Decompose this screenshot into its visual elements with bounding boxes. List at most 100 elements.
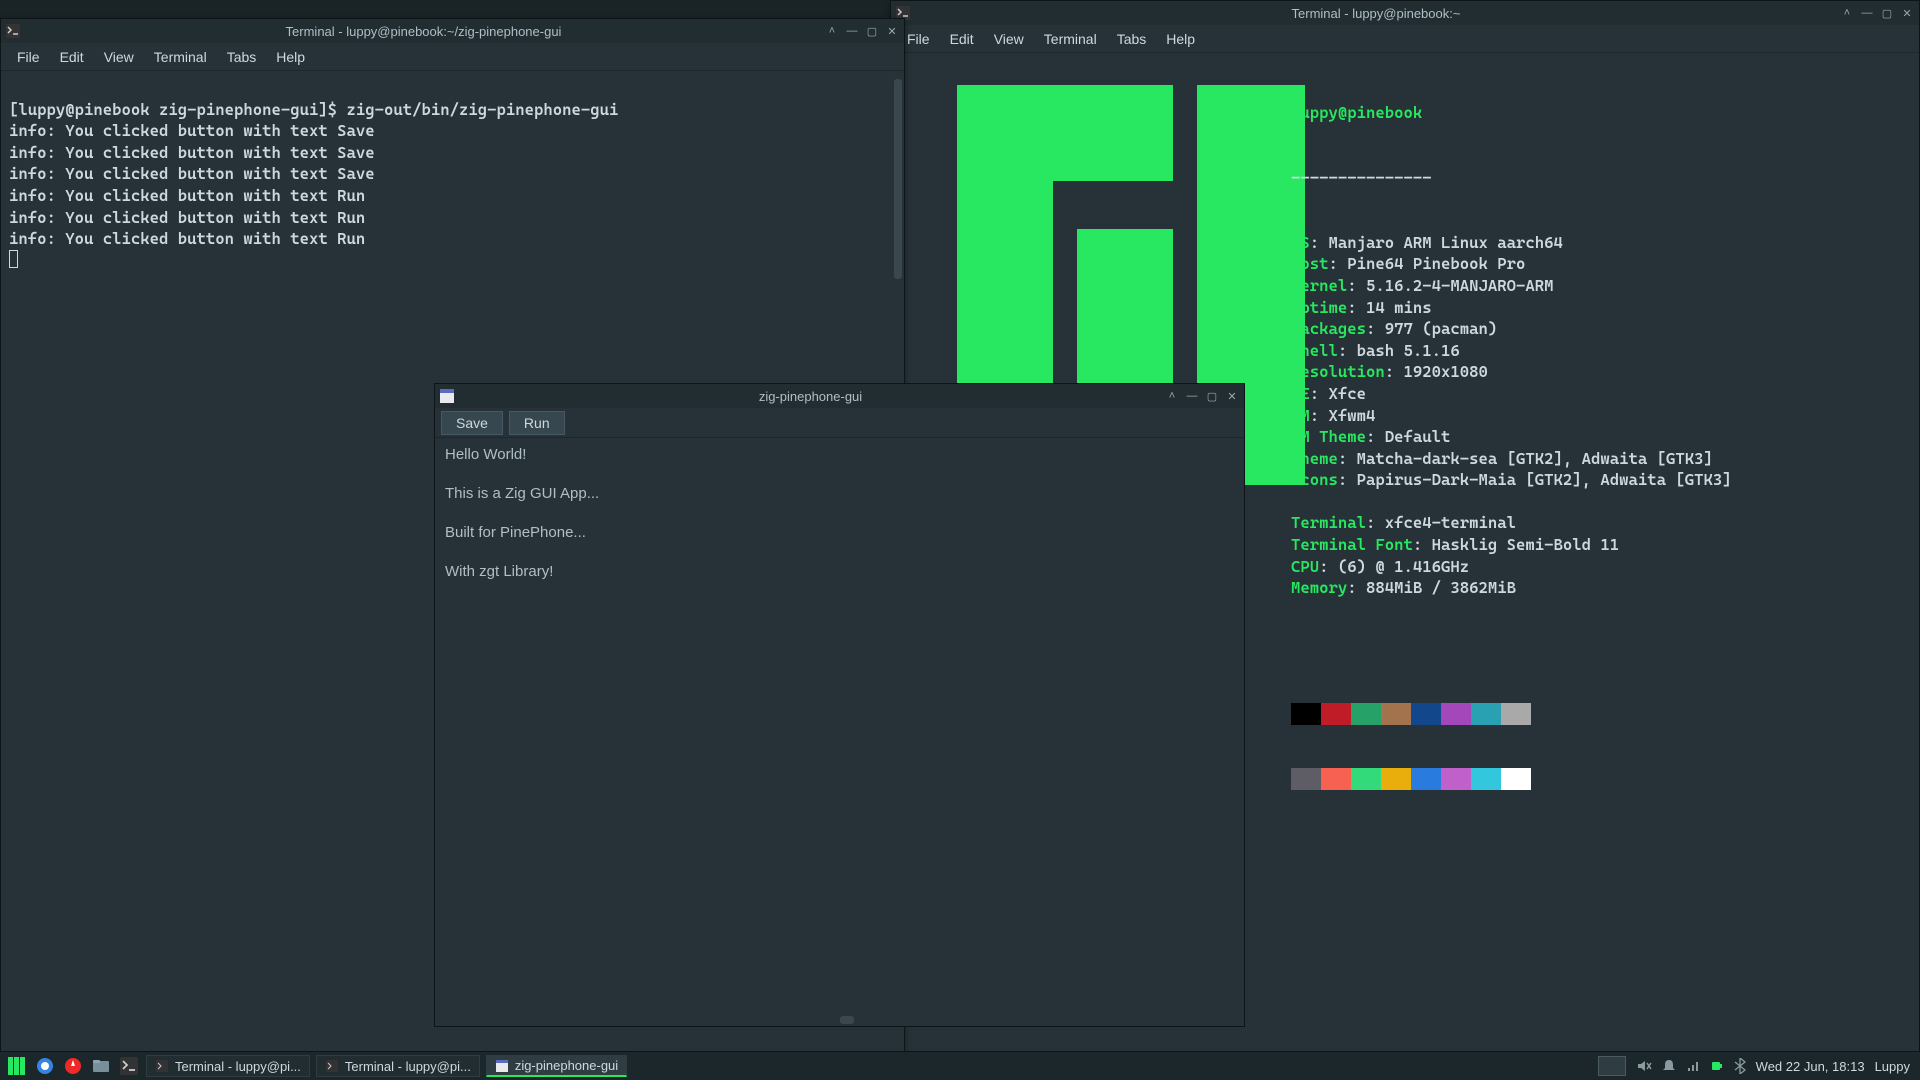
- app-menu-icon[interactable]: [6, 1055, 28, 1077]
- browser2-icon[interactable]: [62, 1055, 84, 1077]
- menu-help[interactable]: Help: [1156, 28, 1205, 50]
- prompt: [luppy@pinebook zig-pinephone-gui]$: [9, 100, 347, 119]
- neofetch-row: [1291, 491, 1732, 513]
- output-line: info: You clicked button with text Save: [9, 143, 375, 162]
- menu-terminal[interactable]: Terminal: [1034, 28, 1107, 50]
- neofetch-row: WM: Xfwm4: [1291, 405, 1732, 427]
- files-icon[interactable]: [90, 1055, 112, 1077]
- maximize-button[interactable]: ▢: [864, 23, 880, 39]
- menu-terminal[interactable]: Terminal: [144, 46, 217, 68]
- color-swatch: [1351, 768, 1381, 790]
- neofetch-row: WM Theme: Default: [1291, 426, 1732, 448]
- close-button[interactable]: ✕: [1899, 5, 1915, 21]
- color-swatch: [1471, 703, 1501, 725]
- terminal-icon: [325, 1059, 339, 1073]
- neofetch-row: CPU: (6) @ 1.416GHz: [1291, 556, 1732, 578]
- neofetch-row: DE: Xfce: [1291, 383, 1732, 405]
- command: zig-out/bin/zig-pinephone-gui: [347, 100, 619, 119]
- scrollbar-vertical[interactable]: [894, 79, 902, 279]
- terminal-icon[interactable]: [118, 1055, 140, 1077]
- run-button[interactable]: Run: [509, 411, 565, 435]
- menu-view[interactable]: View: [94, 46, 144, 68]
- close-button[interactable]: ✕: [884, 23, 900, 39]
- neofetch-row: Shell: bash 5.1.16: [1291, 340, 1732, 362]
- rollup-button[interactable]: ˄: [824, 23, 840, 39]
- color-swatch: [1291, 768, 1321, 790]
- gui-app-window[interactable]: zig-pinephone-gui ˄ — ▢ ✕ Save Run Hello…: [434, 383, 1245, 1027]
- bluetooth-icon[interactable]: [1734, 1058, 1746, 1074]
- user-name[interactable]: Luppy: [1875, 1059, 1910, 1074]
- rollup-button[interactable]: ˄: [1839, 5, 1855, 21]
- workspace-switcher[interactable]: [1588, 1056, 1626, 1076]
- color-swatch: [1381, 768, 1411, 790]
- color-swatch-row: [1291, 703, 1732, 725]
- neofetch-row: Theme: Matcha-dark-sea [GTK2], Adwaita […: [1291, 448, 1732, 470]
- minimize-button[interactable]: —: [1859, 5, 1875, 21]
- color-swatch: [1441, 703, 1471, 725]
- minimize-button[interactable]: —: [1184, 388, 1200, 404]
- save-button[interactable]: Save: [441, 411, 503, 435]
- notifications-icon[interactable]: [1662, 1059, 1676, 1073]
- browser-icon[interactable]: [34, 1055, 56, 1077]
- rollup-button[interactable]: ˄: [1164, 388, 1180, 404]
- volume-muted-icon[interactable]: [1636, 1058, 1652, 1074]
- terminal-icon: [155, 1059, 169, 1073]
- menu-file[interactable]: File: [7, 46, 50, 68]
- neofetch-row: Packages: 977 (pacman): [1291, 318, 1732, 340]
- neofetch-row: Resolution: 1920x1080: [1291, 361, 1732, 383]
- neofetch-row: Icons: Papirus-Dark-Maia [GTK2], Adwaita…: [1291, 469, 1732, 491]
- menu-edit[interactable]: Edit: [50, 46, 94, 68]
- menubar: File Edit View Terminal Tabs Help: [1, 43, 904, 71]
- output-line: info: You clicked button with text Save: [9, 121, 375, 140]
- system-tray: Wed 22 Jun, 18:13 Luppy: [1578, 1056, 1914, 1076]
- window-title: Terminal - luppy@pinebook:~: [917, 6, 1835, 21]
- color-swatch: [1411, 703, 1441, 725]
- text-line: Built for PinePhone...: [445, 522, 1234, 543]
- output-line: info: You clicked button with text Run: [9, 229, 365, 248]
- network-icon[interactable]: [1686, 1059, 1700, 1073]
- neofetch-row: Terminal Font: Hasklig Semi-Bold 11: [1291, 534, 1732, 556]
- text-line: With zgt Library!: [445, 561, 1234, 582]
- text-line: This is a Zig GUI App...: [445, 483, 1234, 504]
- taskbar-button[interactable]: zig-pinephone-gui: [486, 1055, 627, 1077]
- maximize-button[interactable]: ▢: [1204, 388, 1220, 404]
- menu-tabs[interactable]: Tabs: [217, 46, 267, 68]
- color-swatch: [1501, 768, 1531, 790]
- task-label: Terminal - luppy@pi...: [175, 1059, 301, 1074]
- task-label: zig-pinephone-gui: [515, 1058, 618, 1073]
- window-title: Terminal - luppy@pinebook:~/zig-pinephon…: [27, 24, 820, 39]
- color-swatch: [1381, 703, 1411, 725]
- titlebar[interactable]: Terminal - luppy@pinebook:~ ˄ — ▢ ✕: [891, 1, 1919, 25]
- taskbar-button[interactable]: Terminal - luppy@pi...: [316, 1055, 480, 1077]
- battery-icon[interactable]: [1710, 1059, 1724, 1073]
- menu-tabs[interactable]: Tabs: [1107, 28, 1157, 50]
- menu-help[interactable]: Help: [266, 46, 315, 68]
- neofetch-row: OS: Manjaro ARM Linux aarch64: [1291, 232, 1732, 254]
- neofetch-info: luppy@pinebook --------------- OS: Manja…: [1291, 59, 1732, 834]
- color-swatch: [1321, 703, 1351, 725]
- color-swatch: [1321, 768, 1351, 790]
- menu-view[interactable]: View: [984, 28, 1034, 50]
- titlebar[interactable]: zig-pinephone-gui ˄ — ▢ ✕: [435, 384, 1244, 408]
- color-swatch: [1441, 768, 1471, 790]
- color-swatch: [1291, 703, 1321, 725]
- output-line: info: You clicked button with text Save: [9, 164, 375, 183]
- close-button[interactable]: ✕: [1224, 388, 1240, 404]
- menu-edit[interactable]: Edit: [940, 28, 984, 50]
- toolbar: Save Run: [435, 408, 1244, 438]
- maximize-button[interactable]: ▢: [1879, 5, 1895, 21]
- clock[interactable]: Wed 22 Jun, 18:13: [1756, 1059, 1865, 1074]
- neofetch-row: Host: Pine64 Pinebook Pro: [1291, 253, 1732, 275]
- color-swatch: [1501, 703, 1531, 725]
- scrollbar-horizontal[interactable]: [840, 1016, 854, 1024]
- neofetch-row: Kernel: 5.16.2-4-MANJARO-ARM: [1291, 275, 1732, 297]
- window-title: zig-pinephone-gui: [461, 389, 1160, 404]
- color-swatch-row: [1291, 768, 1732, 790]
- titlebar[interactable]: Terminal - luppy@pinebook:~/zig-pinephon…: [1, 19, 904, 43]
- app-icon: [495, 1059, 509, 1073]
- task-label: Terminal - luppy@pi...: [345, 1059, 471, 1074]
- minimize-button[interactable]: —: [844, 23, 860, 39]
- taskbar-button[interactable]: Terminal - luppy@pi...: [146, 1055, 310, 1077]
- text-line: Hello World!: [445, 444, 1234, 465]
- color-swatch: [1471, 768, 1501, 790]
